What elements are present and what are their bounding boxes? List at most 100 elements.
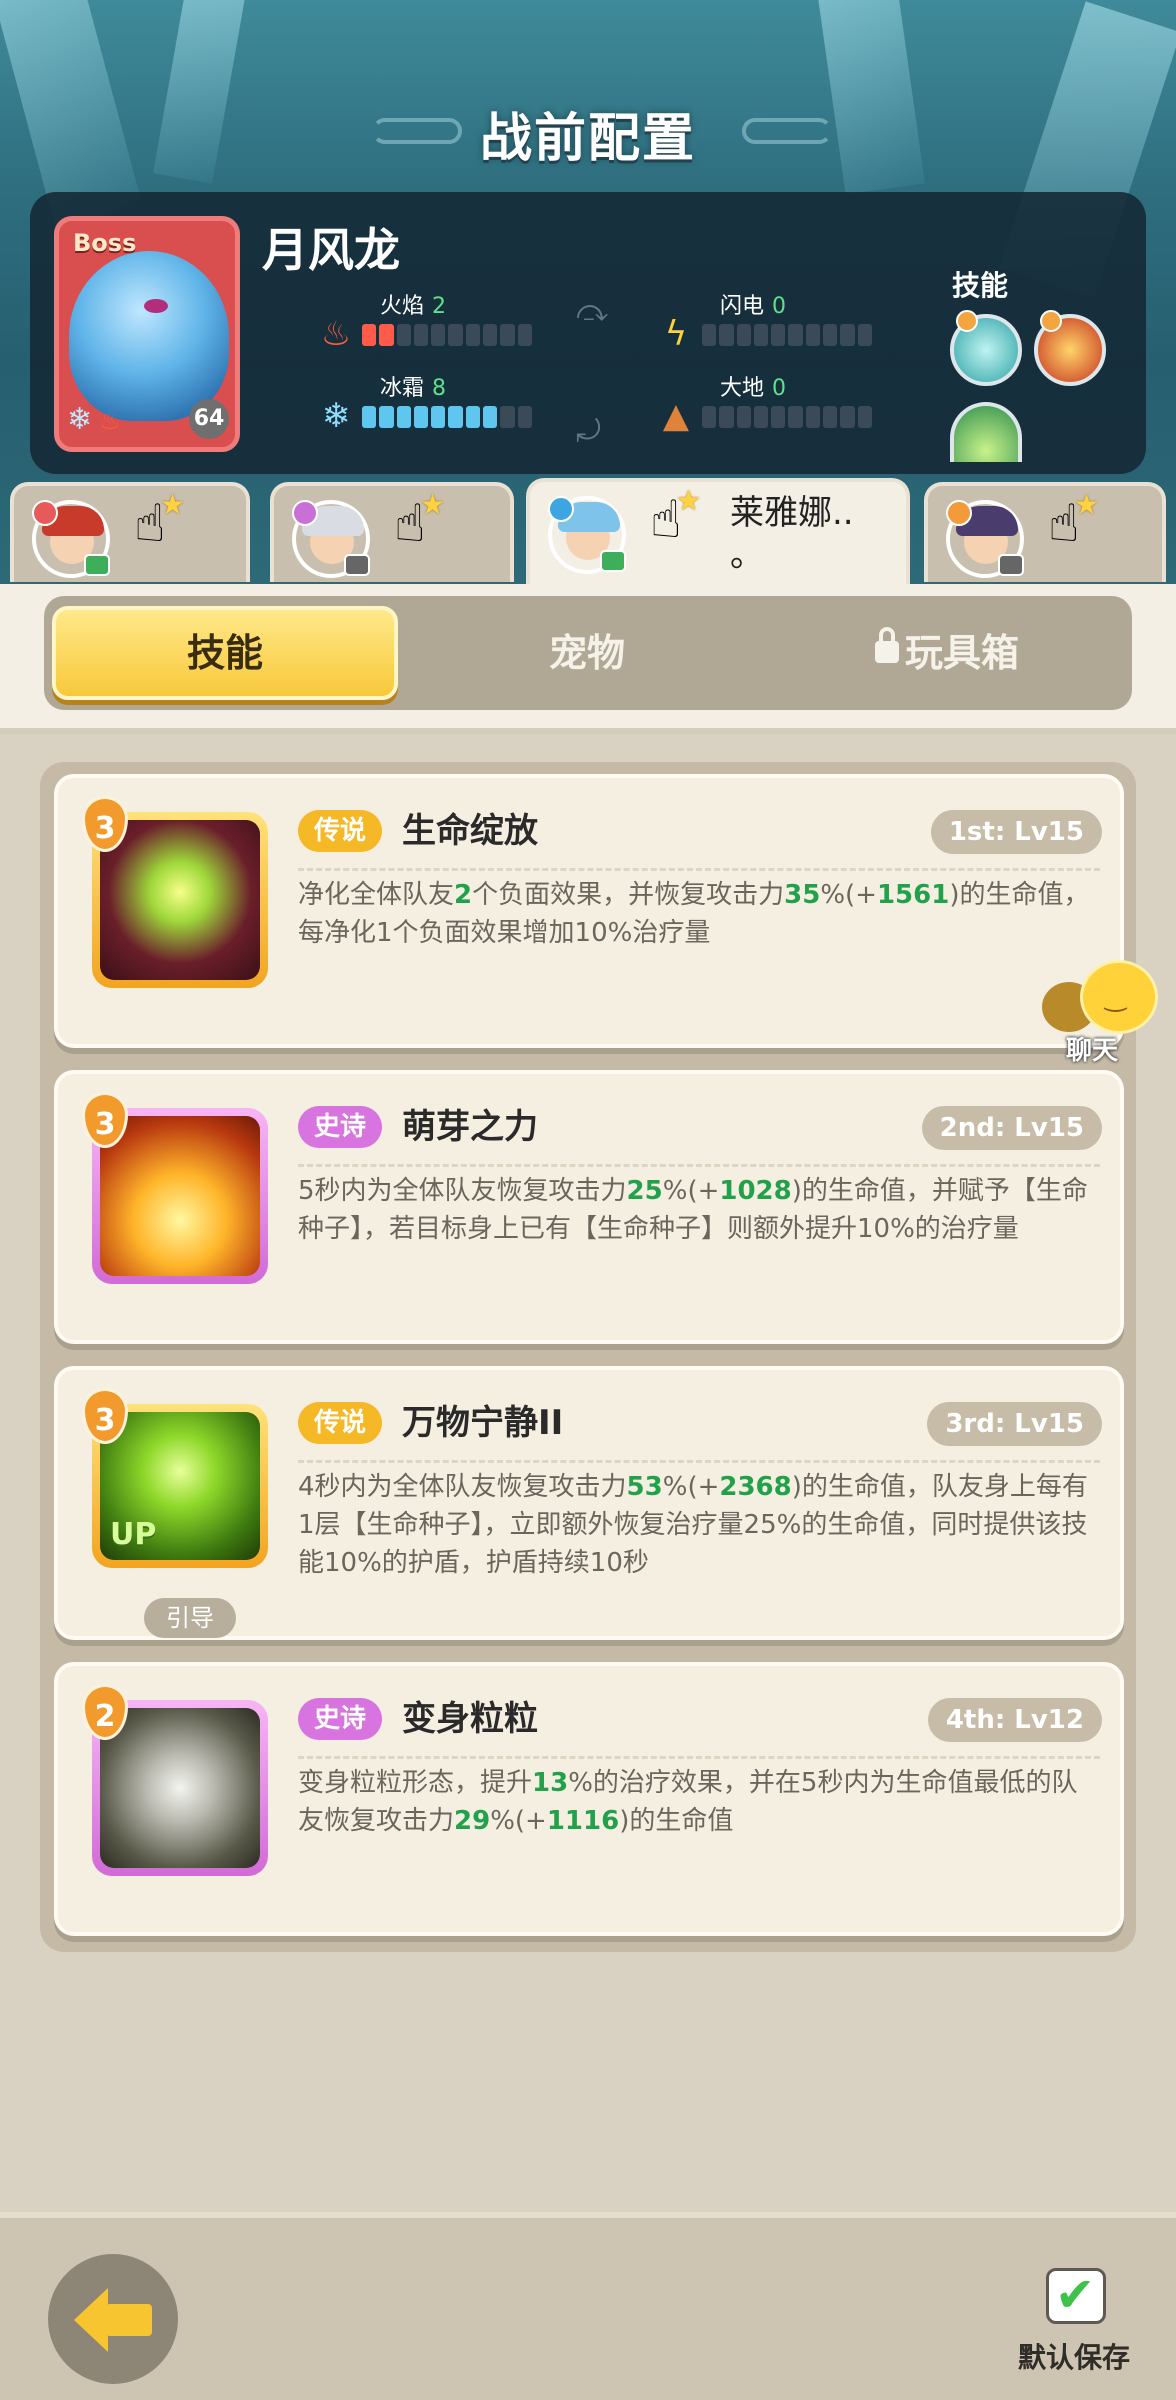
- snowflake-icon: ❄: [321, 396, 351, 436]
- stat-earth-value: 0: [772, 376, 787, 401]
- stat-bar-segment: [788, 406, 803, 428]
- category-tab-bar: 技能 宠物 玩具箱: [44, 596, 1132, 710]
- rarity-tag: 传说: [298, 1402, 383, 1444]
- stat-bar-segment: [362, 406, 377, 428]
- stat-bar-segment: [483, 324, 498, 346]
- stat-bar-segment: [379, 324, 394, 346]
- stat-bar-segment: [771, 324, 786, 346]
- green-leaf-icon[interactable]: [950, 402, 1022, 462]
- boss-level-badge: 64: [189, 399, 229, 439]
- skill-badge-icon: [956, 310, 978, 332]
- device-icon: [84, 554, 110, 576]
- tap-hand-icon: ☝ ★: [650, 484, 702, 550]
- stat-bar-segment: [805, 406, 821, 428]
- stat-earth-bar: [702, 406, 872, 428]
- default-save-checkbox[interactable]: [1046, 2267, 1106, 2324]
- hero-tab-3-selected[interactable]: ☝ ★ 莱雅娜.. 。: [526, 478, 910, 586]
- back-arrow-shaft: [106, 2304, 152, 2336]
- stat-bar-segment: [753, 406, 769, 428]
- divider: [298, 1164, 1100, 1167]
- smiley-bubble-icon: [1080, 960, 1158, 1034]
- skill-card-3[interactable]: UP 引导 3 传说 万物宁静II 3rd: Lv15 4秒内为全体队友恢复攻击…: [54, 1366, 1124, 1640]
- tap-hand-icon: ☝ ★: [1048, 488, 1100, 554]
- stat-bar-segment: [500, 324, 515, 346]
- rarity-tag: 传说: [298, 810, 383, 852]
- stat-lightning: 闪电 0 ϟ: [656, 288, 886, 358]
- lightning-icon: ϟ: [664, 314, 688, 354]
- clover-seed-icon: UP: [100, 1412, 260, 1560]
- back-button[interactable]: [48, 2254, 178, 2384]
- skill-description: 5秒内为全体队友恢复攻击力25%(+1028)的生命值，并赋予【生命种子】，若目…: [298, 1176, 1088, 1244]
- stat-bar-segment: [857, 324, 872, 346]
- hero-avatar: [292, 500, 370, 578]
- stat-earth: 大地 0 ▲: [656, 370, 886, 440]
- hero-name: 莱雅娜.. 。: [730, 493, 854, 575]
- hero-tab-4[interactable]: ☝ ★: [924, 482, 1166, 582]
- skill-card-1[interactable]: 3 传说 生命绽放 1st: Lv15 净化全体队友2个负面效果，并恢复攻击力3…: [54, 774, 1124, 1048]
- stat-lightning-value: 0: [772, 294, 787, 319]
- dragon-eye: [144, 299, 168, 313]
- stat-bar-segment: [840, 406, 855, 428]
- sprout-icon: [100, 1116, 260, 1276]
- guide-tag: 引导: [144, 1598, 236, 1638]
- stat-bar-segment: [483, 406, 498, 428]
- bottom-bar: 默认保存: [0, 2212, 1176, 2400]
- stat-earth-label: 大地 0: [720, 376, 787, 401]
- default-save-label: 默认保存: [1018, 2341, 1131, 2374]
- flame-icon: ♨: [320, 314, 352, 354]
- arcane-element-icon: [292, 500, 318, 526]
- heart-flower-icon: [100, 820, 260, 980]
- chat-button[interactable]: 聊天: [1036, 954, 1166, 1066]
- skill-card-2[interactable]: 3 史诗 萌芽之力 2nd: Lv15 5秒内为全体队友恢复攻击力25%(+10…: [54, 1070, 1124, 1344]
- snowflake-icon: ❄: [67, 402, 93, 437]
- upgrade-tag: UP: [110, 1517, 157, 1552]
- stat-bar-segment: [431, 406, 446, 428]
- stat-bar-segment: [362, 324, 377, 346]
- stat-bar-segment: [805, 324, 821, 346]
- stat-bar-segment: [431, 324, 446, 346]
- stat-bar-segment: [719, 406, 734, 428]
- frost-element-icon: [548, 496, 574, 522]
- moon-wind-dragon-portrait: [69, 251, 229, 421]
- stat-bar-segment: [753, 324, 769, 346]
- stat-bar-segment: [396, 324, 411, 346]
- stat-bar-segment: [448, 406, 463, 428]
- device-icon: [344, 554, 370, 576]
- skill-card-4[interactable]: 2 史诗 变身粒粒 4th: Lv12 变身粒粒形态，提升13%的治疗效果，并在…: [54, 1662, 1124, 1936]
- boss-portrait-card[interactable]: Boss ❄ ♨ 64: [54, 216, 240, 452]
- stat-frost-label: 冰霜 8: [380, 376, 447, 401]
- hero-tab-2[interactable]: ☝ ★: [270, 482, 514, 582]
- tab-toybox[interactable]: 玩具箱: [774, 606, 1120, 700]
- flame-icon: ♨: [99, 407, 121, 435]
- lock-icon: [874, 626, 899, 663]
- mountain-icon: ▲: [662, 396, 690, 436]
- tab-toybox-label: 玩具箱: [904, 631, 1019, 675]
- stat-bar-segment: [465, 324, 481, 346]
- skill-description: 4秒内为全体队友恢复攻击力53%(+2368)的生命值，队友身上每有1层【生命种…: [298, 1472, 1088, 1578]
- stat-fire-label: 火焰 2: [380, 294, 447, 319]
- rarity-tag: 史诗: [298, 1698, 383, 1740]
- stat-bar-segment: [396, 406, 411, 428]
- skill-slot-level: 4th: Lv12: [927, 1698, 1102, 1742]
- stat-lightning-label: 闪电 0: [720, 294, 787, 319]
- earth-element-icon: [946, 500, 972, 526]
- chat-label: 聊天: [1066, 1036, 1119, 1066]
- fire-element-icon: [32, 500, 58, 526]
- stat-bar-segment: [771, 406, 786, 428]
- category-tab-strip: 技能 宠物 玩具箱: [0, 584, 1176, 734]
- hero-avatar: [32, 500, 110, 578]
- hero-tab-1[interactable]: ☝ ★: [10, 482, 250, 582]
- hero-avatar: [946, 500, 1024, 578]
- tab-pets[interactable]: 宠物: [414, 606, 760, 700]
- stat-bar-segment: [500, 406, 515, 428]
- stat-bar-segment: [823, 324, 838, 346]
- divider: [298, 1460, 1100, 1463]
- stat-bar-segment: [413, 324, 429, 346]
- star-icon: ★: [676, 484, 702, 517]
- stat-bar-segment: [379, 406, 394, 428]
- tap-hand-icon: ☝ ★: [134, 488, 186, 554]
- stat-bar-segment: [465, 406, 481, 428]
- star-icon: ★: [1074, 488, 1100, 521]
- tab-skills[interactable]: 技能: [52, 606, 398, 700]
- stat-fire-value: 2: [432, 294, 447, 319]
